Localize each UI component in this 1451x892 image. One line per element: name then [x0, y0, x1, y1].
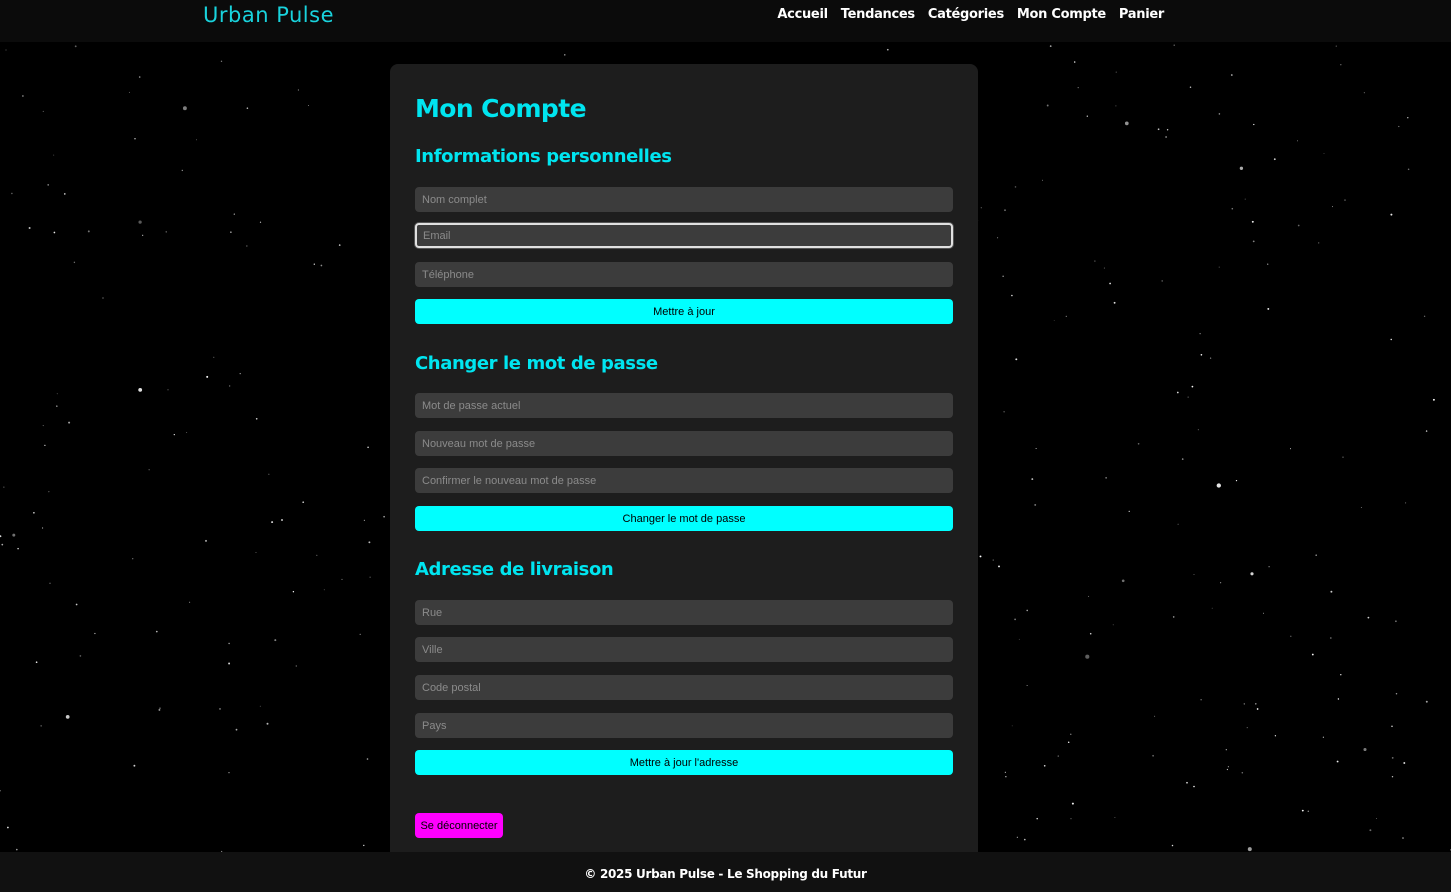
nav-link-tendances[interactable]: Tendances: [841, 7, 915, 22]
section-title-shipping-address: Adresse de livraison: [415, 559, 614, 580]
page-footer: © 2025 Urban Pulse - Le Shopping du Futu…: [0, 852, 1451, 892]
update-address-button[interactable]: Mettre à jour l'adresse: [415, 750, 953, 775]
section-title-personal-info: Informations personnelles: [415, 146, 672, 167]
postal-code-input[interactable]: [415, 675, 953, 700]
nav-link-categories[interactable]: Catégories: [928, 7, 1004, 22]
confirm-password-input[interactable]: [415, 468, 953, 493]
update-info-button[interactable]: Mettre à jour: [415, 299, 953, 324]
phone-input[interactable]: [415, 262, 953, 287]
new-password-input[interactable]: [415, 431, 953, 456]
top-header: Urban Pulse Accueil Tendances Catégories…: [0, 0, 1451, 42]
logout-button[interactable]: Se déconnecter: [415, 813, 503, 838]
nav-link-mon-compte[interactable]: Mon Compte: [1017, 7, 1106, 22]
email-input[interactable]: [415, 223, 953, 248]
country-input[interactable]: [415, 713, 953, 738]
street-input[interactable]: [415, 600, 953, 625]
nav-link-panier[interactable]: Panier: [1119, 7, 1164, 22]
current-password-input[interactable]: [415, 393, 953, 418]
nav-link-accueil[interactable]: Accueil: [777, 7, 828, 22]
footer-copyright: © 2025 Urban Pulse - Le Shopping du Futu…: [584, 867, 867, 881]
city-input[interactable]: [415, 637, 953, 662]
main-nav: Accueil Tendances Catégories Mon Compte …: [777, 7, 1164, 22]
change-password-button[interactable]: Changer le mot de passe: [415, 506, 953, 531]
account-panel: Mon Compte Informations personnelles Met…: [390, 64, 978, 864]
section-title-change-password: Changer le mot de passe: [415, 353, 658, 374]
site-logo[interactable]: Urban Pulse: [203, 3, 334, 27]
full-name-input[interactable]: [415, 187, 953, 212]
page-title: Mon Compte: [415, 94, 587, 123]
